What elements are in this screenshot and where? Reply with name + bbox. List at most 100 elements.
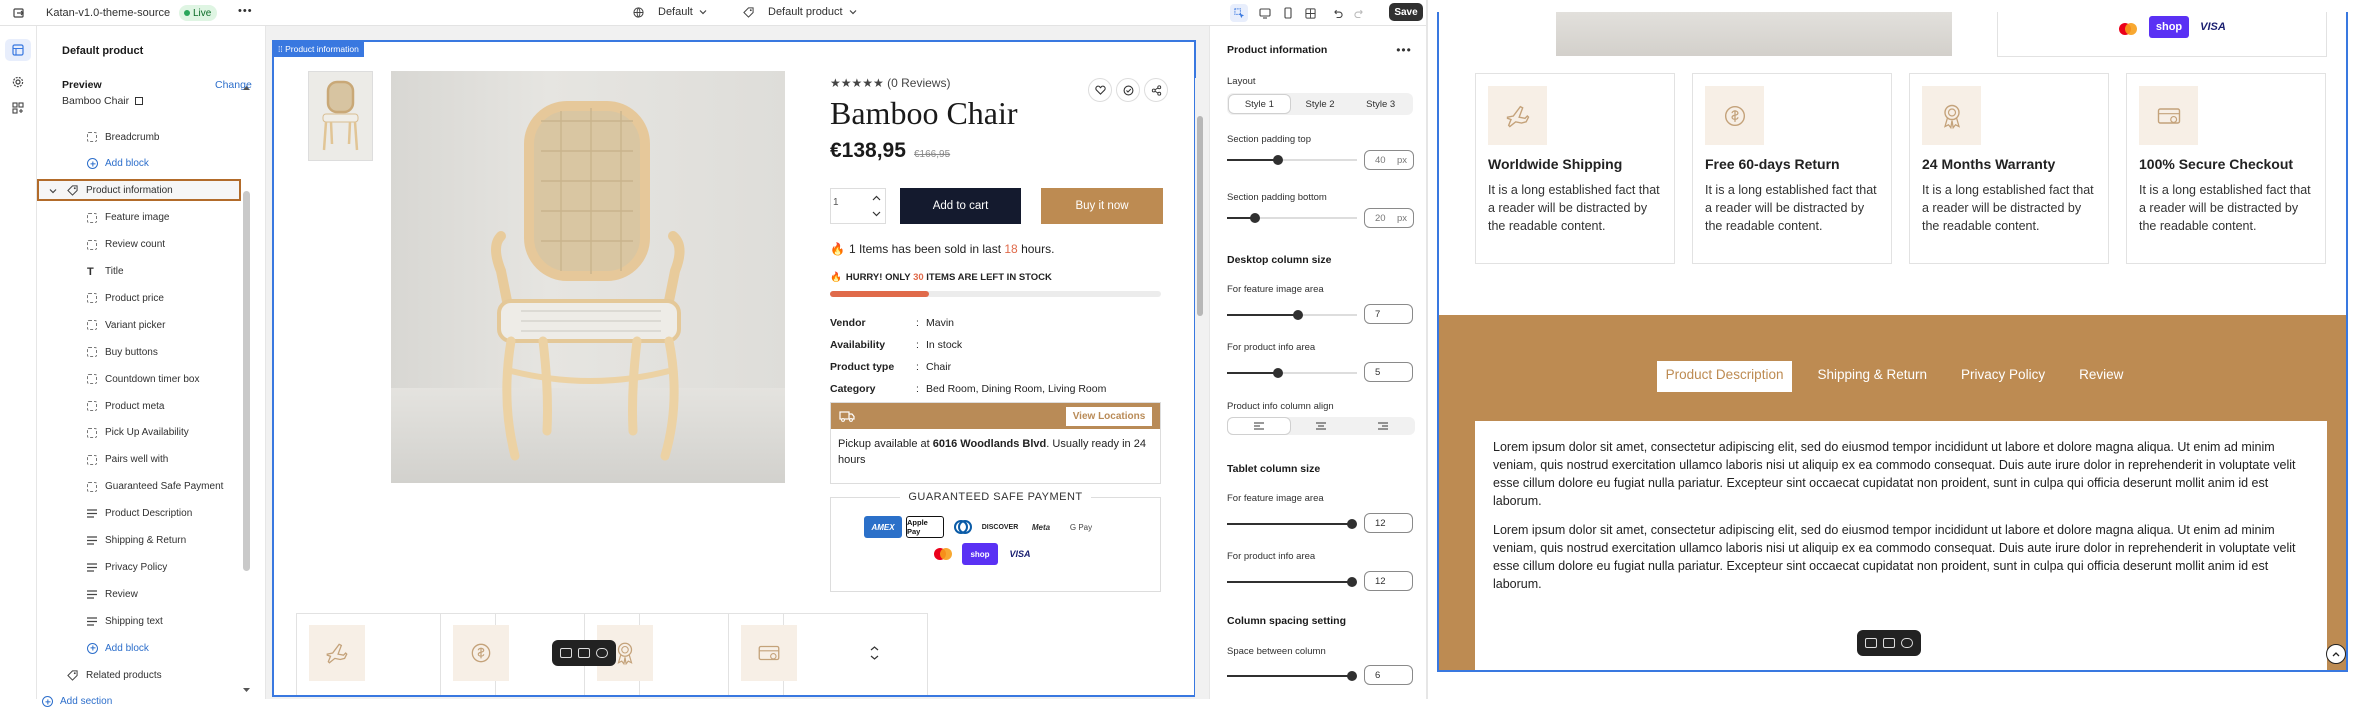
info-area-slider[interactable]	[1227, 367, 1357, 379]
sidebar-tree-item[interactable]: Product price	[87, 287, 164, 309]
sidebar-tree-item[interactable]: Add section	[42, 691, 112, 713]
apps-icon[interactable]	[5, 97, 31, 119]
more-options-icon[interactable]: •••	[1394, 43, 1414, 57]
padding-bottom-slider[interactable]	[1227, 212, 1357, 224]
layout-segmented-control[interactable]: Style 1 Style 2 Style 3	[1227, 93, 1413, 115]
product-thumbnail[interactable]	[308, 71, 373, 161]
wishlist-button[interactable]	[1088, 78, 1112, 102]
desktop-view-icon[interactable]	[1257, 5, 1273, 21]
back-to-top-button[interactable]	[2326, 644, 2346, 664]
move-up-icon[interactable]	[1865, 638, 1877, 648]
exit-icon[interactable]	[12, 6, 26, 20]
layout-style-1[interactable]: Style 1	[1229, 95, 1290, 113]
tablet-feature-slider[interactable]	[1227, 518, 1357, 530]
move-down-icon[interactable]	[578, 648, 590, 658]
more-button[interactable]: •••	[238, 5, 253, 17]
sidebar-tree-item[interactable]: Related products	[67, 664, 162, 686]
sidebar-tree-item[interactable]: Pick Up Availability	[87, 422, 189, 444]
sidebar-tree-item[interactable]: Privacy Policy	[87, 556, 167, 578]
sidebar-tree-item[interactable]: Product meta	[87, 395, 164, 417]
review-count[interactable]: ★★★★★ (0 Reviews)	[830, 76, 950, 90]
tab-privacy-policy[interactable]: Privacy Policy	[1952, 361, 2054, 392]
feature-area-input[interactable]: 7	[1364, 304, 1413, 324]
buy-now-button[interactable]: Buy it now	[1041, 188, 1163, 224]
hide-block-icon[interactable]	[1901, 638, 1913, 648]
sidebar-tree-item[interactable]: Shipping text	[87, 610, 163, 632]
stepper-arrows-icon[interactable]	[872, 194, 881, 218]
scroll-top-chevron-icon[interactable]	[866, 642, 882, 664]
padding-top-input[interactable]: 40 px	[1364, 150, 1414, 170]
meta-value[interactable]: Bed Room, Dining Room, Living Room	[926, 383, 1106, 395]
column-spacing-slider[interactable]	[1227, 670, 1357, 682]
add-to-cart-button[interactable]: Add to cart	[900, 188, 1021, 224]
align-center-icon[interactable]	[1290, 418, 1352, 434]
canvas-scroll-thumb[interactable]	[1197, 116, 1203, 316]
sidebar-tree-item[interactable]: Variant picker	[87, 314, 165, 336]
sidebar-scrollbar[interactable]	[242, 86, 251, 686]
product-feature-image[interactable]	[391, 71, 785, 483]
layout-style-2[interactable]: Style 2	[1290, 95, 1351, 113]
padding-bottom-input[interactable]: 20 px	[1364, 208, 1414, 228]
fullscreen-icon[interactable]	[1302, 5, 1318, 21]
redo-icon[interactable]	[1351, 5, 1367, 21]
tablet-feature-knob[interactable]	[1347, 519, 1357, 529]
sections-icon[interactable]	[5, 39, 31, 61]
padding-top-knob[interactable]	[1273, 155, 1283, 165]
sidebar-tree-item[interactable]: Feature image	[87, 207, 169, 229]
template-dropdown[interactable]: Default product	[743, 6, 857, 18]
sidebar-tree-item[interactable]: Buy buttons	[87, 341, 158, 363]
compare-button[interactable]	[1116, 78, 1140, 102]
section-tag[interactable]: ⁞⁞ Product information	[272, 42, 364, 57]
layout-style-3[interactable]: Style 3	[1350, 95, 1411, 113]
sidebar-scroll-thumb[interactable]	[243, 191, 250, 571]
preview-frame[interactable]: shop VISA Worldwide Shipping It is a long…	[1437, 12, 2348, 672]
product-info-section[interactable]: ★★★★★ (0 Reviews) Bamboo Chair €138,95 €…	[272, 40, 1196, 697]
align-left-icon[interactable]	[1228, 418, 1290, 434]
tablet-feature-input[interactable]: 12	[1364, 513, 1413, 533]
sidebar-tree-item[interactable]: Add block	[87, 637, 149, 659]
feature-area-knob[interactable]	[1293, 310, 1303, 320]
tablet-info-input[interactable]: 12	[1364, 571, 1413, 591]
sidebar-tree-item[interactable]: Add block	[87, 153, 149, 175]
sidebar-tree-item[interactable]: Guaranteed Safe Payment	[87, 476, 223, 498]
mobile-view-icon[interactable]	[1280, 5, 1296, 21]
tab-review[interactable]: Review	[2070, 361, 2132, 392]
sidebar-tree-item[interactable]: Product information	[49, 180, 173, 202]
theme-settings-gear-icon[interactable]	[5, 71, 31, 93]
block-toolbar[interactable]	[552, 640, 616, 666]
save-button[interactable]: Save	[1389, 3, 1423, 21]
tab-shipping-return[interactable]: Shipping & Return	[1808, 361, 1936, 392]
tablet-info-slider[interactable]	[1227, 576, 1357, 588]
sidebar-tree-item[interactable]: Review count	[87, 234, 165, 256]
sidebar-tree-item[interactable]: Pairs well with	[87, 449, 168, 471]
move-down-icon[interactable]	[1883, 638, 1895, 648]
tab-product-description[interactable]: Product Description	[1656, 361, 1793, 392]
info-area-input[interactable]: 5	[1364, 362, 1413, 382]
preview-block-toolbar[interactable]	[1857, 630, 1921, 656]
info-area-knob[interactable]	[1273, 368, 1283, 378]
canvas-scrollbar[interactable]	[1195, 78, 1205, 698]
inspector-icon[interactable]	[1230, 4, 1248, 22]
sidebar-tree-item[interactable]: Breadcrumb	[87, 126, 159, 148]
share-button[interactable]	[1144, 78, 1168, 102]
sidebar-tree-item[interactable]: Shipping & Return	[87, 530, 186, 552]
external-link-icon[interactable]	[135, 97, 144, 105]
quantity-stepper[interactable]: 1	[830, 188, 886, 224]
hide-block-icon[interactable]	[596, 648, 608, 658]
sidebar-tree-item[interactable]: Product Description	[87, 503, 192, 525]
preview-product[interactable]: Bamboo Chair	[62, 95, 144, 107]
theme-dropdown[interactable]: Default	[633, 6, 707, 18]
column-spacing-knob[interactable]	[1347, 671, 1357, 681]
column-spacing-input[interactable]: 6	[1364, 665, 1413, 685]
sidebar-tree-item[interactable]: Countdown timer box	[87, 368, 200, 390]
align-right-icon[interactable]	[1352, 418, 1414, 434]
padding-top-slider[interactable]	[1227, 154, 1357, 166]
move-up-icon[interactable]	[560, 648, 572, 658]
tablet-info-knob[interactable]	[1347, 577, 1357, 587]
view-locations-button[interactable]: View Locations	[1066, 407, 1152, 426]
column-align-control[interactable]	[1227, 417, 1415, 435]
sidebar-tree-item[interactable]: T Title	[87, 261, 124, 283]
feature-area-slider[interactable]	[1227, 309, 1357, 321]
sidebar-tree-item[interactable]: Review	[87, 583, 138, 605]
scroll-up-arrow-icon[interactable]	[242, 83, 251, 91]
